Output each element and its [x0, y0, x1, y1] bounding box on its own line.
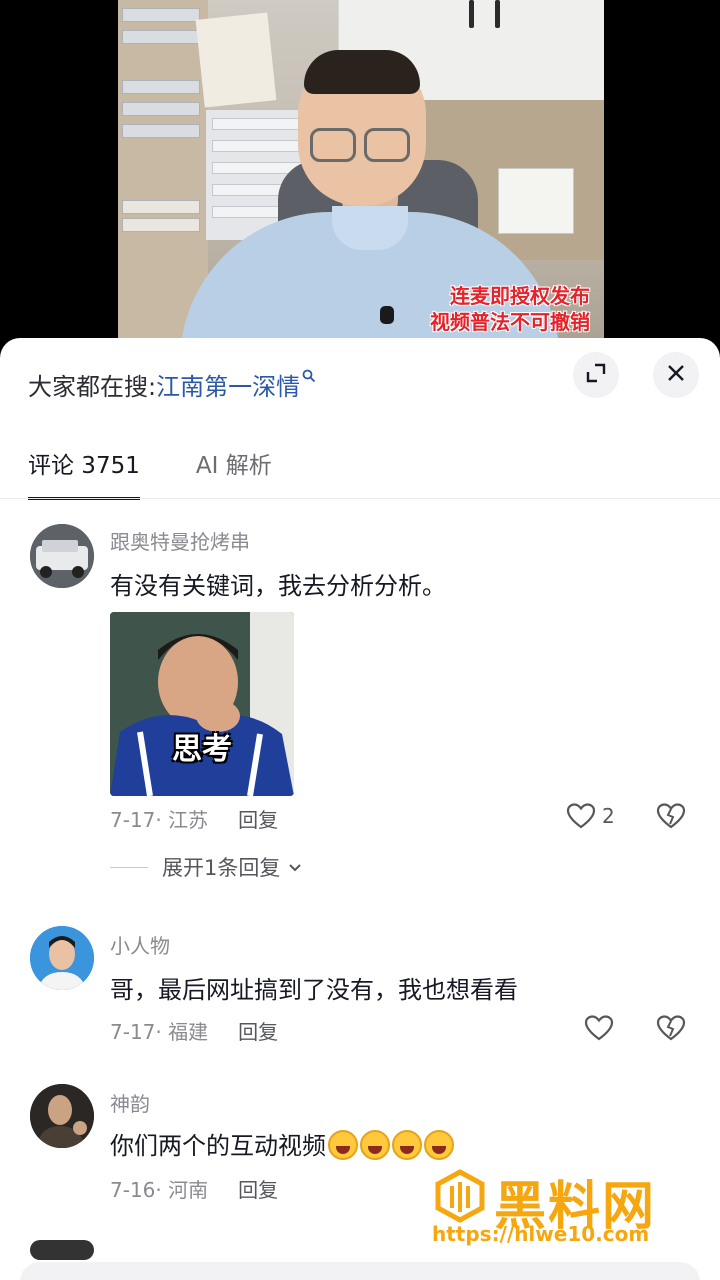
- like-button[interactable]: 2: [566, 802, 615, 830]
- expand-divider: [110, 866, 148, 868]
- comment-meta: 7-16· 河南 回复: [110, 1174, 278, 1203]
- comment-text-body: 你们两个的互动视频: [110, 1132, 326, 1160]
- avatar[interactable]: [30, 1240, 94, 1260]
- video-caption-line1: 连麦即授权发布: [450, 284, 590, 308]
- reply-button[interactable]: 回复: [238, 804, 278, 833]
- heart-icon: [584, 1015, 614, 1041]
- tab-ai-analysis[interactable]: AI 解析: [196, 446, 272, 500]
- comment-text: 你们两个的互动视频: [110, 1126, 454, 1161]
- video-player[interactable]: 连麦即授权发布 视频普法不可撤销: [0, 0, 720, 360]
- expand-replies-label: 展开1条回复: [162, 856, 281, 880]
- lapel-mic: [380, 306, 394, 324]
- comment-date-location: 7-16· 河南: [110, 1178, 209, 1202]
- sticker-caption: 思考: [172, 732, 232, 767]
- trending-search-prefix: 大家都在搜:: [28, 372, 157, 401]
- background-paper: [195, 12, 277, 108]
- watermark-logo-icon: [435, 1169, 485, 1223]
- dislike-button[interactable]: [656, 802, 686, 834]
- comment-meta: 7-17· 福建 回复: [110, 1016, 278, 1045]
- comment-input-bar[interactable]: [20, 1262, 700, 1280]
- video-caption-line2: 视频普法不可撤销: [430, 310, 590, 334]
- broken-heart-icon: [656, 803, 686, 829]
- like-button[interactable]: [584, 1014, 614, 1042]
- laughing-emoji-icon: [424, 1130, 454, 1160]
- comment-text: 哥，最后网址搞到了没有，我也想看看: [110, 976, 518, 1004]
- background-box: [498, 168, 574, 234]
- laughing-emoji-icon: [328, 1130, 358, 1160]
- like-count: 2: [602, 804, 615, 828]
- comment-tabs: 评论 3751 AI 解析: [28, 446, 272, 500]
- comment-sticker-image[interactable]: 思考: [110, 612, 294, 796]
- comment-username[interactable]: 跟奥特曼抢烤串: [110, 526, 250, 555]
- site-watermark: 黑料网 https://hlwe10.com: [432, 1164, 702, 1254]
- close-icon: [665, 362, 687, 388]
- close-button[interactable]: [653, 352, 699, 398]
- search-icon: [302, 369, 316, 387]
- dislike-button[interactable]: [656, 1014, 686, 1046]
- reply-button[interactable]: 回复: [238, 1016, 278, 1045]
- expand-replies[interactable]: 展开1条回复: [110, 852, 304, 882]
- comment-username[interactable]: 神韵: [110, 1088, 150, 1117]
- trending-search-term[interactable]: 江南第一深情: [156, 367, 300, 402]
- comment-username[interactable]: 小人物: [110, 930, 170, 959]
- laughing-emoji-icon: [360, 1130, 390, 1160]
- chevron-down-icon: [289, 864, 302, 872]
- broken-heart-icon: [656, 1015, 686, 1041]
- video-frame: 连麦即授权发布 视频普法不可撤销: [118, 0, 604, 360]
- avatar[interactable]: [30, 524, 94, 588]
- glasses-right: [364, 128, 410, 162]
- laughing-emoji-icon: [392, 1130, 422, 1160]
- comment-text: 有没有关键词，我去分析分析。: [110, 572, 446, 600]
- comment-meta: 7-17· 江苏 回复: [110, 804, 278, 833]
- comment-date-location: 7-17· 江苏: [110, 808, 209, 832]
- reply-button[interactable]: 回复: [238, 1174, 278, 1203]
- tabs-divider: [0, 498, 720, 499]
- tab-comments[interactable]: 评论 3751: [28, 446, 140, 500]
- comment-sheet: 大家都在搜: 江南第一深情 评论 3751 AI 解析 跟奥特曼抢烤串 有没有关…: [0, 338, 720, 1280]
- comment-date-location: 7-17· 福建: [110, 1020, 209, 1044]
- avatar[interactable]: [30, 1084, 94, 1148]
- avatar[interactable]: [30, 926, 94, 990]
- expand-button[interactable]: [573, 352, 619, 398]
- trending-search[interactable]: 大家都在搜: 江南第一深情: [28, 366, 316, 402]
- person-collar: [332, 206, 408, 250]
- glasses-left: [310, 128, 356, 162]
- watermark-url: https://hlwe10.com: [432, 1222, 650, 1246]
- expand-icon: [585, 362, 607, 388]
- heart-icon: [566, 803, 596, 829]
- person-hair: [304, 50, 420, 94]
